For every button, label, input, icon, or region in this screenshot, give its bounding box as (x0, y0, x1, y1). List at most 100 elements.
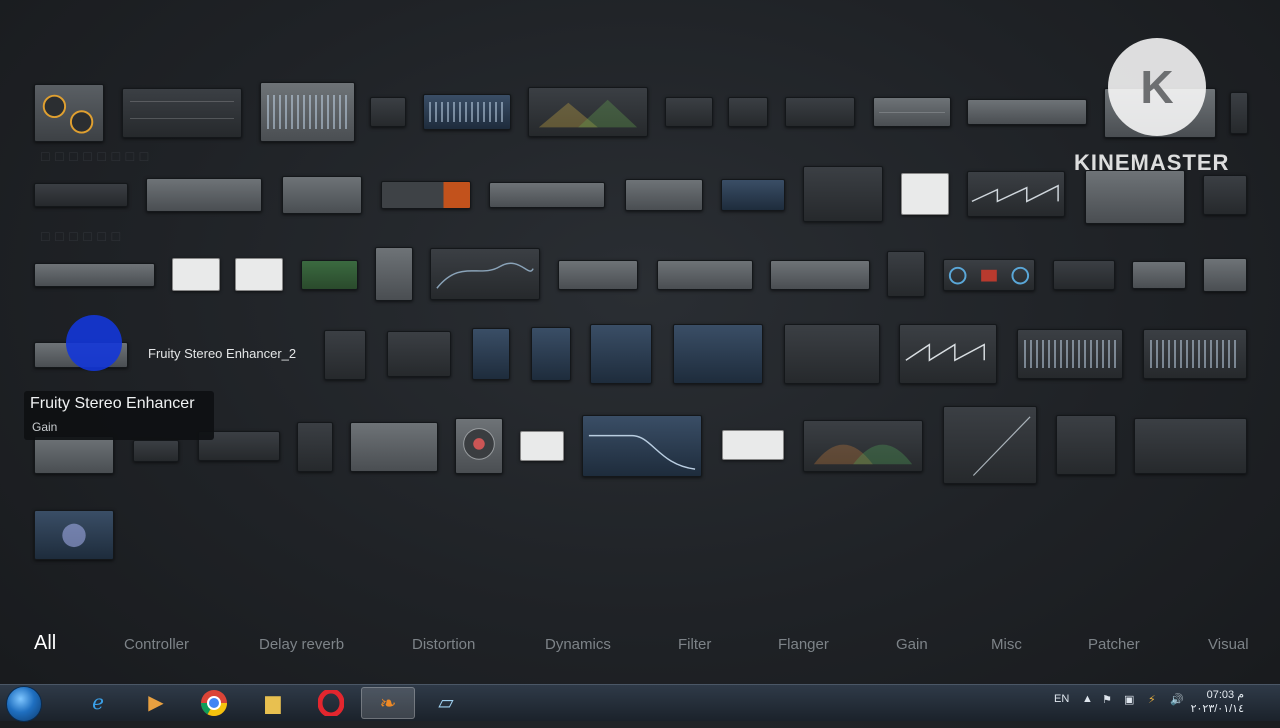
plugin-thumbnail[interactable] (297, 422, 333, 472)
background-browser-text: ☐ ☐ ☐ ☐ ☐ ☐ (40, 230, 122, 244)
category-tab-gain[interactable]: Gain (896, 636, 928, 653)
media-player-icon[interactable]: ▶ (136, 687, 176, 719)
kinemaster-logo-icon: K (1108, 38, 1206, 136)
start-button-icon[interactable] (6, 686, 42, 722)
plugin-thumbnail[interactable] (146, 178, 262, 212)
plugin-thumbnail[interactable] (423, 94, 511, 130)
plugin-thumbnail[interactable] (899, 324, 997, 384)
plugin-tooltip: Fruity Stereo Enhancer Gain (24, 391, 214, 440)
fl-studio-icon[interactable]: ❧ (361, 687, 415, 719)
system-clock[interactable]: 07:03 م ٢٠٢٣/٠١/١٤ (1191, 688, 1244, 716)
plugin-thumbnail[interactable] (873, 97, 951, 127)
plugin-thumbnail[interactable] (721, 179, 785, 211)
plugin-thumbnail[interactable] (172, 258, 220, 291)
show-hidden-icons[interactable]: ▲ (1082, 693, 1093, 705)
category-tab-patcher[interactable]: Patcher (1088, 636, 1140, 653)
plugin-thumbnail[interactable] (1143, 329, 1247, 379)
action-center-icon[interactable]: ⚑ (1102, 693, 1112, 706)
plugin-thumbnail[interactable] (133, 440, 179, 462)
device-icon[interactable]: ▣ (1124, 693, 1134, 706)
plugin-thumbnail[interactable] (967, 171, 1065, 217)
plugin-thumbnail[interactable] (455, 418, 503, 474)
plugin-thumbnail[interactable] (34, 510, 114, 560)
window-switch-icon[interactable]: ▱ (421, 687, 471, 719)
language-indicator[interactable]: EN (1054, 693, 1069, 705)
plugin-hover-label: Fruity Stereo Enhancer_2 (148, 346, 297, 361)
plugin-thumbnail[interactable] (1017, 329, 1123, 379)
plugin-thumbnail[interactable] (1203, 258, 1247, 292)
plugin-thumbnail[interactable] (520, 431, 564, 461)
opera-icon[interactable] (311, 687, 351, 719)
plugin-thumbnail[interactable] (528, 87, 648, 137)
power-icon[interactable]: ⚡ (1148, 693, 1156, 706)
plugin-thumbnail[interactable] (943, 259, 1035, 291)
category-tab-dynamics[interactable]: Dynamics (545, 636, 611, 653)
plugin-thumbnail[interactable] (34, 84, 104, 142)
plugin-thumbnail[interactable] (722, 430, 784, 460)
plugin-thumbnail[interactable] (1230, 92, 1248, 134)
plugin-thumbnail[interactable] (657, 260, 753, 290)
plugin-thumbnail[interactable] (430, 248, 540, 300)
plugin-thumbnail[interactable] (531, 327, 571, 381)
plugin-thumbnail[interactable] (582, 415, 702, 477)
plugin-thumbnail[interactable] (370, 97, 406, 127)
plugin-thumbnail[interactable] (301, 260, 358, 290)
plugin-thumbnail[interactable] (1056, 415, 1116, 475)
category-tab-all[interactable]: All (34, 632, 56, 655)
tooltip-title: Fruity Stereo Enhancer (30, 395, 195, 412)
plugin-thumbnail[interactable] (784, 324, 880, 384)
plugin-thumbnail[interactable] (387, 331, 451, 377)
file-explorer-icon[interactable]: ▆ (253, 687, 293, 719)
plugin-thumbnail[interactable] (34, 263, 155, 287)
plugin-thumbnail[interactable] (260, 82, 355, 142)
plugin-thumbnail[interactable] (1134, 418, 1247, 474)
plugin-thumbnail[interactable] (324, 330, 366, 380)
tooltip-subtitle: Gain (32, 420, 58, 434)
plugin-thumbnail[interactable] (803, 420, 923, 472)
plugin-thumbnail[interactable] (558, 260, 638, 290)
plugin-thumbnail[interactable] (590, 324, 652, 384)
plugin-thumbnail[interactable] (1085, 170, 1185, 224)
plugin-thumbnail[interactable] (350, 422, 438, 472)
plugin-thumbnail[interactable] (1132, 261, 1186, 289)
clock-date: ٢٠٢٣/٠١/١٤ (1190, 703, 1244, 715)
plugin-thumbnail[interactable] (967, 99, 1087, 125)
watermark-brand: KINEMASTER (1074, 150, 1230, 175)
plugin-thumbnail[interactable] (785, 97, 855, 127)
category-tab-delay-reverb[interactable]: Delay reverb (259, 636, 344, 653)
plugin-thumbnail[interactable] (34, 183, 128, 207)
plugin-thumbnail[interactable] (770, 260, 870, 290)
plugin-thumbnail[interactable] (489, 182, 605, 208)
category-tab-controller[interactable]: Controller (124, 636, 189, 653)
plugin-thumbnail[interactable] (235, 258, 283, 291)
plugin-thumbnail[interactable] (803, 166, 883, 222)
plugin-thumbnail[interactable] (901, 173, 949, 215)
plugin-thumbnail[interactable] (1053, 260, 1115, 290)
plugin-thumbnail[interactable] (122, 88, 242, 138)
plugin-thumbnail[interactable] (1203, 175, 1247, 215)
category-tab-visual[interactable]: Visual (1208, 636, 1249, 653)
category-filter-bar: All Controller Delay reverb Distortion D… (0, 628, 1280, 662)
taskbar: ℯ ▶ ▆ ❧ ▱ EN ▲ ⚑ ▣ ⚡ 🔊 07:03 م ٢٠٢٣/٠١/١… (0, 684, 1280, 722)
category-tab-filter[interactable]: Filter (678, 636, 711, 653)
volume-icon[interactable]: 🔊 (1170, 693, 1184, 706)
plugin-thumbnail[interactable] (381, 181, 471, 209)
chrome-icon[interactable] (194, 687, 234, 719)
plugin-thumbnail[interactable] (728, 97, 768, 127)
clock-time: 07:03 م (1206, 689, 1244, 701)
internet-explorer-icon[interactable]: ℯ (78, 687, 118, 719)
plugin-thumbnail[interactable] (887, 251, 925, 297)
cursor-highlight (66, 315, 122, 371)
plugin-thumbnail[interactable] (943, 406, 1037, 484)
plugin-thumbnail[interactable] (665, 97, 713, 127)
plugin-thumbnail[interactable] (34, 436, 114, 474)
plugin-thumbnail[interactable] (625, 179, 703, 211)
plugin-thumbnail[interactable] (472, 328, 510, 380)
category-tab-distortion[interactable]: Distortion (412, 636, 475, 653)
background-browser-text: ☐ ☐ ☐ ☐ ☐ ☐ ☐ ☐ (40, 150, 150, 164)
category-tab-flanger[interactable]: Flanger (778, 636, 829, 653)
plugin-thumbnail[interactable] (375, 247, 413, 301)
category-tab-misc[interactable]: Misc (991, 636, 1022, 653)
plugin-thumbnail[interactable] (673, 324, 763, 384)
plugin-thumbnail[interactable] (282, 176, 362, 214)
